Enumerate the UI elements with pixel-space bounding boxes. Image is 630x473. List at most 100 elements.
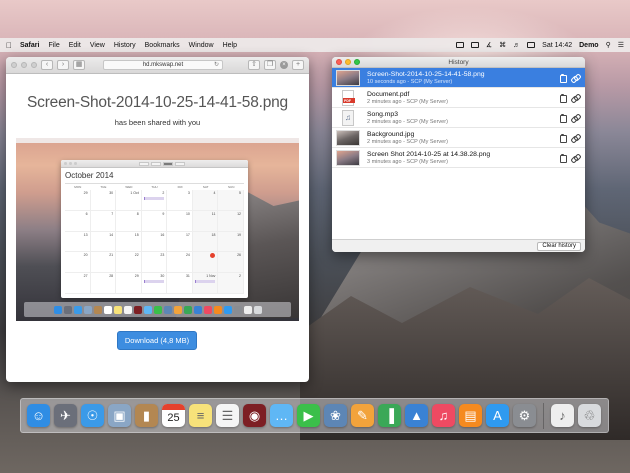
history-row[interactable]: ♫ Song.mp3 2 minutes ago - SCP (My Server)	[332, 108, 585, 128]
preview-calendar-day: 5	[218, 190, 244, 211]
iphoto-icon[interactable]: ❀	[324, 404, 347, 427]
forward-button[interactable]: ›	[57, 60, 69, 70]
preview-window-dot	[74, 162, 77, 165]
safari-icon-glyph: ☉	[86, 408, 99, 423]
preview-calendar-day-number: 12	[237, 211, 241, 216]
preview-icon[interactable]: ▣	[108, 404, 131, 427]
preview-calendar-day-number: 17	[185, 232, 190, 237]
notes-icon[interactable]: ≡	[189, 404, 212, 427]
apple-menu-icon[interactable]: 	[6, 41, 12, 50]
pages-icon[interactable]: ✎	[351, 404, 374, 427]
preview-calendar-day-number: 6	[85, 211, 88, 216]
preview-calendar-day: 22	[116, 252, 142, 274]
preview-calendar-day: 1 Nov	[192, 273, 219, 294]
calendar-icon[interactable]: 25	[162, 404, 185, 427]
keynote-icon[interactable]: ▲	[405, 404, 428, 427]
itunes-icon[interactable]: ♫	[432, 404, 455, 427]
tabs-button[interactable]: ❐	[264, 60, 276, 70]
notification-center-icon[interactable]: ☰	[618, 41, 624, 49]
minimize-window-button[interactable]	[21, 62, 27, 68]
finder-icon[interactable]: ☺	[27, 404, 50, 427]
menu-file[interactable]: File	[48, 42, 59, 49]
back-button[interactable]: ‹	[41, 60, 53, 70]
copy-to-clipboard-icon[interactable]	[559, 94, 567, 103]
trash-icon[interactable]: ♲	[578, 404, 601, 427]
document-stack-icon[interactable]: ♪	[551, 404, 574, 427]
history-item-name: Document.pdf	[367, 91, 410, 98]
history-row[interactable]: Screen-Shot-2014-10-25-14-41-58.png 10 se…	[332, 68, 585, 88]
menu-view[interactable]: View	[90, 42, 105, 49]
copy-link-icon[interactable]	[571, 154, 579, 162]
preview-window-dot	[64, 162, 67, 165]
volume-icon[interactable]: ♬	[513, 42, 520, 49]
menu-history[interactable]: History	[114, 42, 136, 49]
menu-clock[interactable]: Sat 14:42	[542, 42, 572, 49]
preview-calendar-day-number: 18	[211, 232, 216, 237]
clear-history-button[interactable]: Clear history	[537, 242, 581, 251]
numbers-icon[interactable]: ▐	[378, 404, 401, 427]
preview-calendar-grid: MON TUE WED THU FRI SAT SUN 29 30 1 Oct 2 3 4 5 6 7 8 9 10…	[65, 183, 244, 294]
menu-bookmarks[interactable]: Bookmarks	[145, 42, 180, 49]
menu-edit[interactable]: Edit	[69, 42, 81, 49]
preview-calendar-day-number: 9	[162, 211, 165, 216]
copy-link-icon[interactable]	[571, 114, 579, 122]
spotlight-icon[interactable]: ⚲	[606, 41, 611, 49]
preview-facetime-icon	[153, 305, 162, 314]
messages-icon[interactable]: …	[270, 404, 293, 427]
history-row-actions	[559, 114, 579, 123]
reminders-icon[interactable]: ☰	[216, 404, 239, 427]
copy-to-clipboard-icon[interactable]	[559, 114, 567, 123]
preview-itunes-icon	[203, 305, 212, 314]
contacts-icon[interactable]: ▮	[135, 404, 158, 427]
wifi-icon[interactable]: ⌘	[499, 41, 506, 49]
history-row[interactable]: PDF Document.pdf 2 minutes ago - SCP (My S…	[332, 88, 585, 108]
history-row[interactable]: Screen Shot 2014-10-25 at 14.38.28.png 3 …	[332, 148, 585, 168]
preview-calendar-day-number: 16	[160, 232, 165, 237]
launchpad-icon[interactable]: ✈	[54, 404, 77, 427]
zoom-window-button[interactable]	[31, 62, 37, 68]
copy-to-clipboard-icon[interactable]	[559, 74, 567, 83]
airplay-icon[interactable]	[470, 42, 479, 48]
app-store-icon[interactable]: A	[486, 404, 509, 427]
preview-calendar-tab	[139, 161, 149, 166]
reload-icon[interactable]: ↻	[214, 61, 219, 70]
screenshot-thumbnail-icon	[336, 70, 360, 86]
menu-help[interactable]: Help	[223, 42, 237, 49]
system-preferences-icon[interactable]: ⚙	[513, 404, 536, 427]
preview-calendar-day-number: 5	[239, 191, 241, 195]
close-window-button[interactable]	[11, 62, 17, 68]
preview-calendar-day: 7	[90, 210, 117, 232]
safari-window: ‹ › ▦ hd.mkswap.net ↻ ⇧ ❐ × + Screen-Sho…	[6, 57, 309, 382]
preview-document-stack-icon	[243, 305, 252, 314]
menu-window[interactable]: Window	[189, 42, 214, 49]
history-item-meta: 10 seconds ago - SCP (My Server)	[367, 79, 453, 85]
download-button[interactable]: Download (4,8 MB)	[117, 331, 197, 350]
preview-calendar-day-number: 13	[83, 232, 88, 237]
preview-calendar-day: 26	[218, 252, 244, 274]
battery-icon[interactable]	[527, 42, 536, 48]
bluetooth-icon[interactable]: ∡	[486, 41, 492, 49]
safari-icon[interactable]: ☉	[81, 404, 104, 427]
ibooks-icon[interactable]: ▤	[459, 404, 482, 427]
sidebar-toggle-icon[interactable]: ▦	[73, 60, 85, 70]
share-button[interactable]: ⇧	[248, 60, 260, 70]
share-status-icon[interactable]	[455, 42, 464, 48]
photo-booth-icon[interactable]: ◉	[243, 404, 266, 427]
history-row-actions	[559, 74, 579, 83]
copy-link-icon[interactable]	[571, 94, 579, 102]
menu-app-name[interactable]: Safari	[20, 42, 39, 49]
photo-booth-icon-glyph: ◉	[248, 408, 261, 423]
menu-user[interactable]: Demo	[579, 42, 598, 49]
stop-loading-icon[interactable]: ×	[280, 61, 288, 69]
new-tab-button[interactable]: +	[292, 60, 304, 70]
facetime-icon-glyph: ▶	[303, 408, 314, 423]
address-bar[interactable]: hd.mkswap.net ↻	[103, 60, 223, 70]
copy-link-icon[interactable]	[571, 74, 579, 82]
copy-to-clipboard-icon[interactable]	[559, 134, 567, 143]
preview-calendar-day: 9	[141, 210, 168, 232]
preview-calendar-day: 2	[218, 273, 244, 294]
copy-link-icon[interactable]	[571, 134, 579, 142]
history-row[interactable]: Background.jpg 2 minutes ago - SCP (My Se…	[332, 128, 585, 148]
facetime-icon[interactable]: ▶	[297, 404, 320, 427]
copy-to-clipboard-icon[interactable]	[559, 154, 567, 163]
